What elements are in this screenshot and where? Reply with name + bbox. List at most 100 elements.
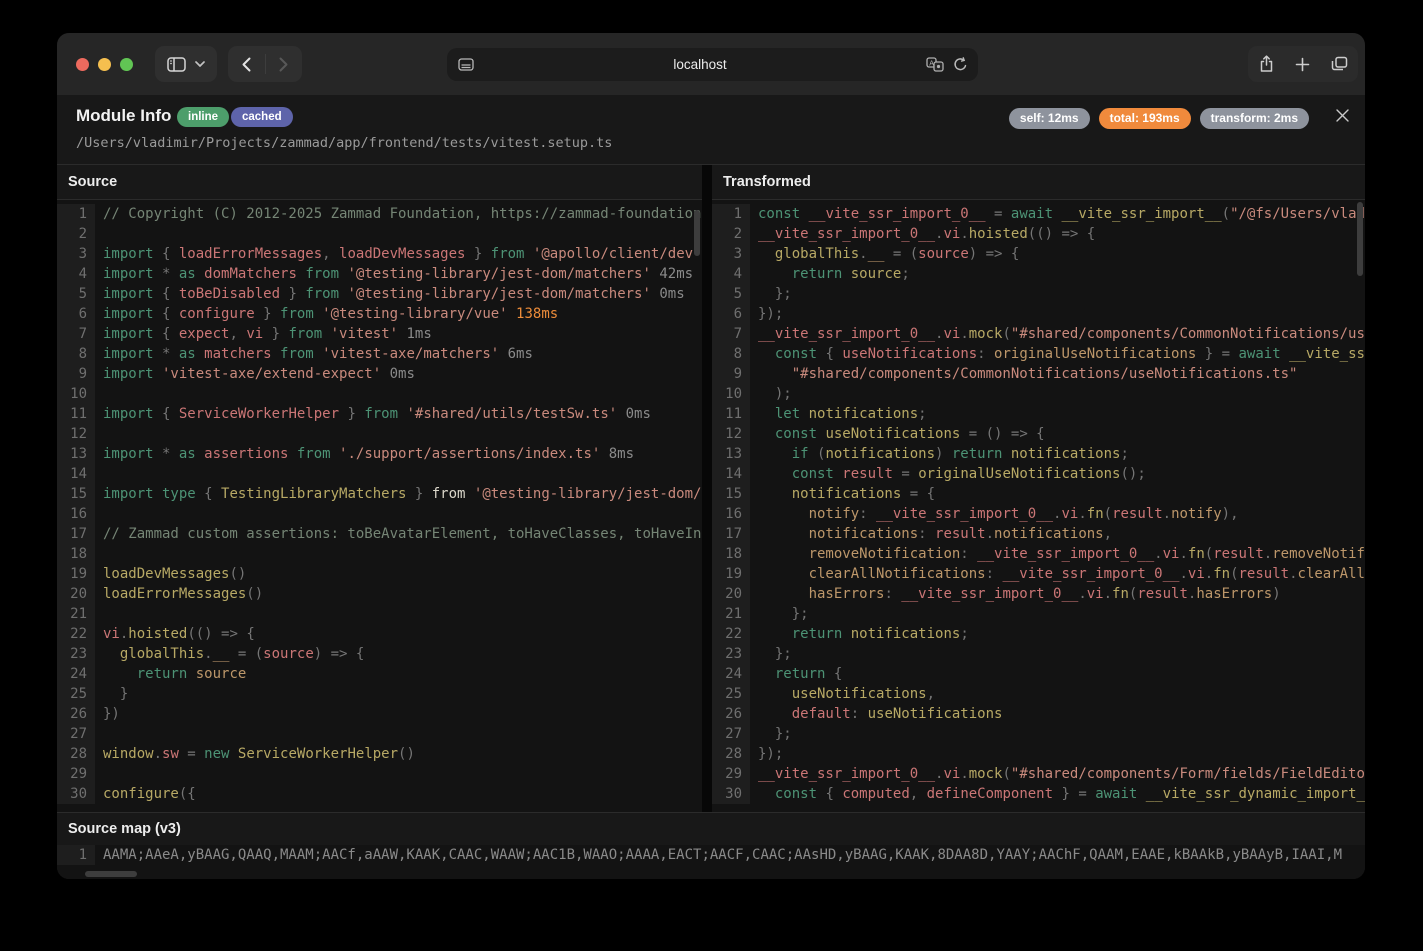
code-line: 6}); <box>712 304 1365 324</box>
code-line: 16 notify: __vite_ssr_import_0__.vi.fn(r… <box>712 504 1365 524</box>
forward-button[interactable] <box>266 46 302 82</box>
code-line: 15import type { TestingLibraryMatchers }… <box>57 484 702 504</box>
code-line: 4import * as domMatchers from '@testing-… <box>57 264 702 284</box>
source-scrollbar[interactable] <box>694 210 700 256</box>
code-line: 10 ); <box>712 384 1365 404</box>
transform-time-badge: transform: 2ms <box>1200 108 1309 129</box>
code-line: 23 globalThis.__ = (source) => { <box>57 644 702 664</box>
transformed-code: 1const __vite_ssr_import_0__ = await __v… <box>712 200 1365 812</box>
code-line: 9import 'vitest-axe/extend-expect' 0ms <box>57 364 702 384</box>
self-time-badge: self: 12ms <box>1009 108 1090 129</box>
code-line: 7__vite_ssr_import_0__.vi.mock("#shared/… <box>712 324 1365 344</box>
tab-overview-icon[interactable] <box>1323 46 1356 82</box>
reload-icon[interactable] <box>953 57 968 72</box>
code-line: 13import * as assertions from './support… <box>57 444 702 464</box>
toolbar-right-group <box>1248 46 1358 82</box>
code-line: 8import * as matchers from 'vitest-axe/m… <box>57 344 702 364</box>
sourcemap-line-number: 1 <box>57 845 95 865</box>
code-line: 3 globalThis.__ = (source) => { <box>712 244 1365 264</box>
code-line: 19loadDevMessages() <box>57 564 702 584</box>
code-line: 2__vite_ssr_import_0__.vi.hoisted(() => … <box>712 224 1365 244</box>
code-line: 22 return notifications; <box>712 624 1365 644</box>
sourcemap-body: 1 AAMA;AAeA,yBAAG,QAAQ,MAAM;AACf,aAAW,KA… <box>57 845 1365 879</box>
code-line: 5import { toBeDisabled } from '@testing-… <box>57 284 702 304</box>
nav-button-group <box>228 46 302 82</box>
code-line: 2 <box>57 224 702 244</box>
code-line: 15 notifications = { <box>712 484 1365 504</box>
code-line: 23 }; <box>712 644 1365 664</box>
inline-badge: inline <box>177 107 229 127</box>
code-line: 12 <box>57 424 702 444</box>
sourcemap-hscrollbar[interactable] <box>85 871 137 877</box>
code-line: 20 hasErrors: __vite_ssr_import_0__.vi.f… <box>712 584 1365 604</box>
code-line: 1// Copyright (C) 2012-2025 Zammad Found… <box>57 204 702 224</box>
code-line: 14 const result = originalUseNotificatio… <box>712 464 1365 484</box>
share-icon[interactable] <box>1250 46 1283 82</box>
code-line: 30 const { computed, defineComponent } =… <box>712 784 1365 804</box>
traffic-light-minimize[interactable] <box>98 58 111 71</box>
code-line: 21 <box>57 604 702 624</box>
code-line: 1const __vite_ssr_import_0__ = await __v… <box>712 204 1365 224</box>
code-line: 12 const useNotifications = () => { <box>712 424 1365 444</box>
code-line: 3import { loadErrorMessages, loadDevMess… <box>57 244 702 264</box>
code-line: 27 }; <box>712 724 1365 744</box>
transformed-pane-title: Transformed <box>712 165 1365 200</box>
code-line: 27 <box>57 724 702 744</box>
code-panes: Source 1// Copyright (C) 2012-2025 Zamma… <box>57 165 1365 812</box>
chevron-down-icon <box>195 61 205 67</box>
code-line: 26 default: useNotifications <box>712 704 1365 724</box>
code-line: 11import { ServiceWorkerHelper } from '#… <box>57 404 702 424</box>
module-info-header: Module Info inline cached /Users/vladimi… <box>57 95 1365 165</box>
browser-toolbar: localhost A <box>57 33 1365 95</box>
traffic-light-zoom[interactable] <box>120 58 133 71</box>
code-line: 18 <box>57 544 702 564</box>
back-button[interactable] <box>229 46 265 82</box>
code-line: 29 <box>57 764 702 784</box>
code-line: 28window.sw = new ServiceWorkerHelper() <box>57 744 702 764</box>
code-line: 6import { configure } from '@testing-lib… <box>57 304 702 324</box>
total-time-badge: total: 193ms <box>1099 108 1191 129</box>
code-line: 24 return source <box>57 664 702 684</box>
code-line: 20loadErrorMessages() <box>57 584 702 604</box>
pane-divider[interactable] <box>702 165 712 812</box>
traffic-light-close[interactable] <box>76 58 89 71</box>
code-line: 14 <box>57 464 702 484</box>
sidebar-toggle-button[interactable] <box>155 46 217 82</box>
code-line: 24 return { <box>712 664 1365 684</box>
page-title: Module Info <box>76 106 171 126</box>
url-text[interactable]: localhost <box>474 57 926 72</box>
source-pane: Source 1// Copyright (C) 2012-2025 Zamma… <box>57 165 702 812</box>
translate-icon[interactable]: A <box>926 57 944 72</box>
sourcemap-mappings: AAMA;AAeA,yBAAG,QAAQ,MAAM;AACf,aAAW,KAAK… <box>95 845 1365 865</box>
code-line: 17// Zammad custom assertions: toBeAvata… <box>57 524 702 544</box>
new-tab-icon[interactable] <box>1286 46 1319 82</box>
code-line: 21 }; <box>712 604 1365 624</box>
code-line: 26}) <box>57 704 702 724</box>
code-line: 9 "#shared/components/CommonNotification… <box>712 364 1365 384</box>
source-code: 1// Copyright (C) 2012-2025 Zammad Found… <box>57 200 702 812</box>
close-icon[interactable] <box>1332 105 1352 125</box>
code-line: 7import { expect, vi } from 'vitest' 1ms <box>57 324 702 344</box>
code-line: 13 if (notifications) return notificatio… <box>712 444 1365 464</box>
code-line: 25 } <box>57 684 702 704</box>
transformed-scrollbar[interactable] <box>1357 202 1363 276</box>
reader-icon[interactable] <box>447 58 474 71</box>
timing-metrics: self: 12ms total: 193ms transform: 2ms <box>1009 108 1309 129</box>
cached-badge: cached <box>231 107 293 127</box>
code-line: 16 <box>57 504 702 524</box>
sourcemap-section: Source map (v3) 1 AAMA;AAeA,yBAAG,QAAQ,M… <box>57 812 1365 879</box>
code-line: 29__vite_ssr_import_0__.vi.mock("#shared… <box>712 764 1365 784</box>
module-file-path: /Users/vladimir/Projects/zammad/app/fron… <box>76 135 612 151</box>
code-line: 17 notifications: result.notifications, <box>712 524 1365 544</box>
code-line: 25 useNotifications, <box>712 684 1365 704</box>
code-line: 8 const { useNotifications: originalUseN… <box>712 344 1365 364</box>
address-bar[interactable]: localhost A <box>447 48 978 81</box>
code-line: 28}); <box>712 744 1365 764</box>
code-line: 30configure({ <box>57 784 702 804</box>
code-line: 19 clearAllNotifications: __vite_ssr_imp… <box>712 564 1365 584</box>
browser-window: localhost A <box>57 33 1365 879</box>
code-line: 5 }; <box>712 284 1365 304</box>
code-line: 11 let notifications; <box>712 404 1365 424</box>
source-pane-title: Source <box>57 165 702 200</box>
code-line: 22vi.hoisted(() => { <box>57 624 702 644</box>
